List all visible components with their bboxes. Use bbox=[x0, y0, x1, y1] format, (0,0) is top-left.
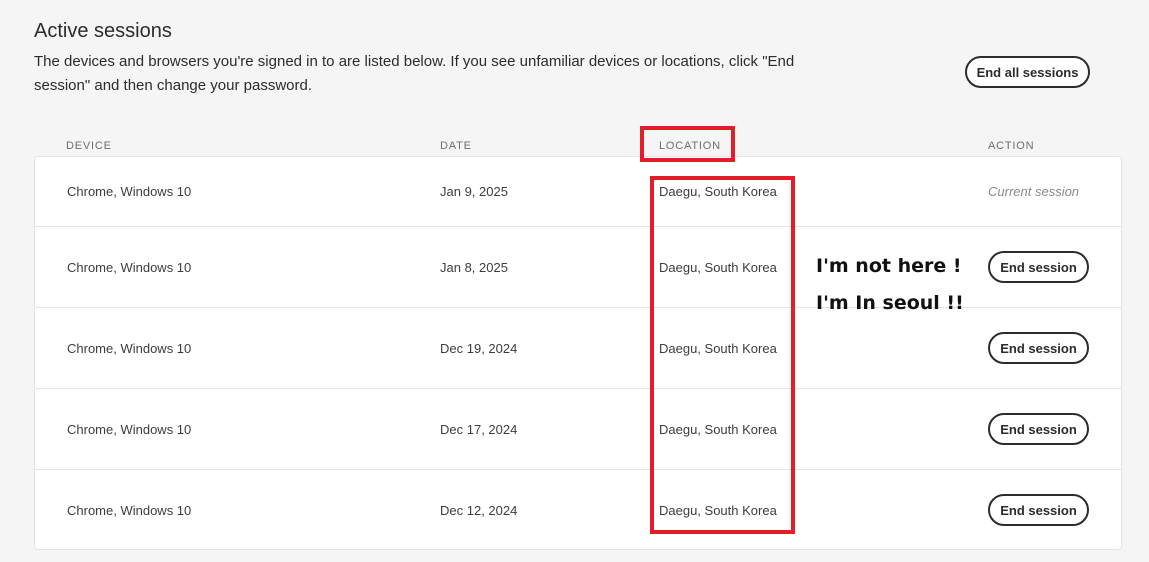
date-cell: Dec 17, 2024 bbox=[440, 422, 518, 437]
date-cell: Dec 19, 2024 bbox=[440, 341, 518, 356]
location-cell: Daegu, South Korea bbox=[659, 341, 777, 356]
column-header-device: DEVICE bbox=[66, 140, 112, 152]
sessions-table: Chrome, Windows 10 Jan 9, 2025 Daegu, So… bbox=[34, 156, 1122, 550]
column-header-action: ACTION bbox=[988, 140, 1035, 152]
end-session-button[interactable]: End session bbox=[988, 413, 1089, 445]
end-all-sessions-button[interactable]: End all sessions bbox=[965, 56, 1090, 88]
location-cell: Daegu, South Korea bbox=[659, 422, 777, 437]
sessions-description: The devices and browsers you're signed i… bbox=[34, 53, 795, 94]
annotation-note-line2: I'm In seoul !! bbox=[816, 292, 964, 314]
location-cell: Daegu, South Korea bbox=[659, 184, 777, 199]
page-title: Active sessions bbox=[34, 20, 172, 42]
device-cell: Chrome, Windows 10 bbox=[67, 422, 192, 437]
current-session-label: Current session bbox=[988, 184, 1080, 199]
column-header-location: LOCATION bbox=[659, 140, 721, 152]
end-session-button[interactable]: End session bbox=[988, 251, 1089, 283]
table-row: Chrome, Windows 10 Dec 12, 2024 Daegu, S… bbox=[35, 470, 1121, 551]
annotation-note-line1: I'm not here ! bbox=[816, 255, 962, 277]
location-cell: Daegu, South Korea bbox=[659, 503, 777, 518]
table-row: Chrome, Windows 10 Jan 9, 2025 Daegu, So… bbox=[35, 157, 1121, 227]
table-row: Chrome, Windows 10 Dec 19, 2024 Daegu, S… bbox=[35, 308, 1121, 389]
date-cell: Jan 8, 2025 bbox=[440, 260, 508, 275]
table-row: Chrome, Windows 10 Dec 17, 2024 Daegu, S… bbox=[35, 389, 1121, 470]
location-cell: Daegu, South Korea bbox=[659, 260, 777, 275]
device-cell: Chrome, Windows 10 bbox=[67, 260, 192, 275]
device-cell: Chrome, Windows 10 bbox=[67, 341, 192, 356]
column-header-date: DATE bbox=[440, 140, 472, 152]
date-cell: Jan 9, 2025 bbox=[440, 184, 508, 199]
end-session-button[interactable]: End session bbox=[988, 494, 1089, 526]
device-cell: Chrome, Windows 10 bbox=[67, 503, 192, 518]
device-cell: Chrome, Windows 10 bbox=[67, 184, 192, 199]
end-session-button[interactable]: End session bbox=[988, 332, 1089, 364]
date-cell: Dec 12, 2024 bbox=[440, 503, 518, 518]
